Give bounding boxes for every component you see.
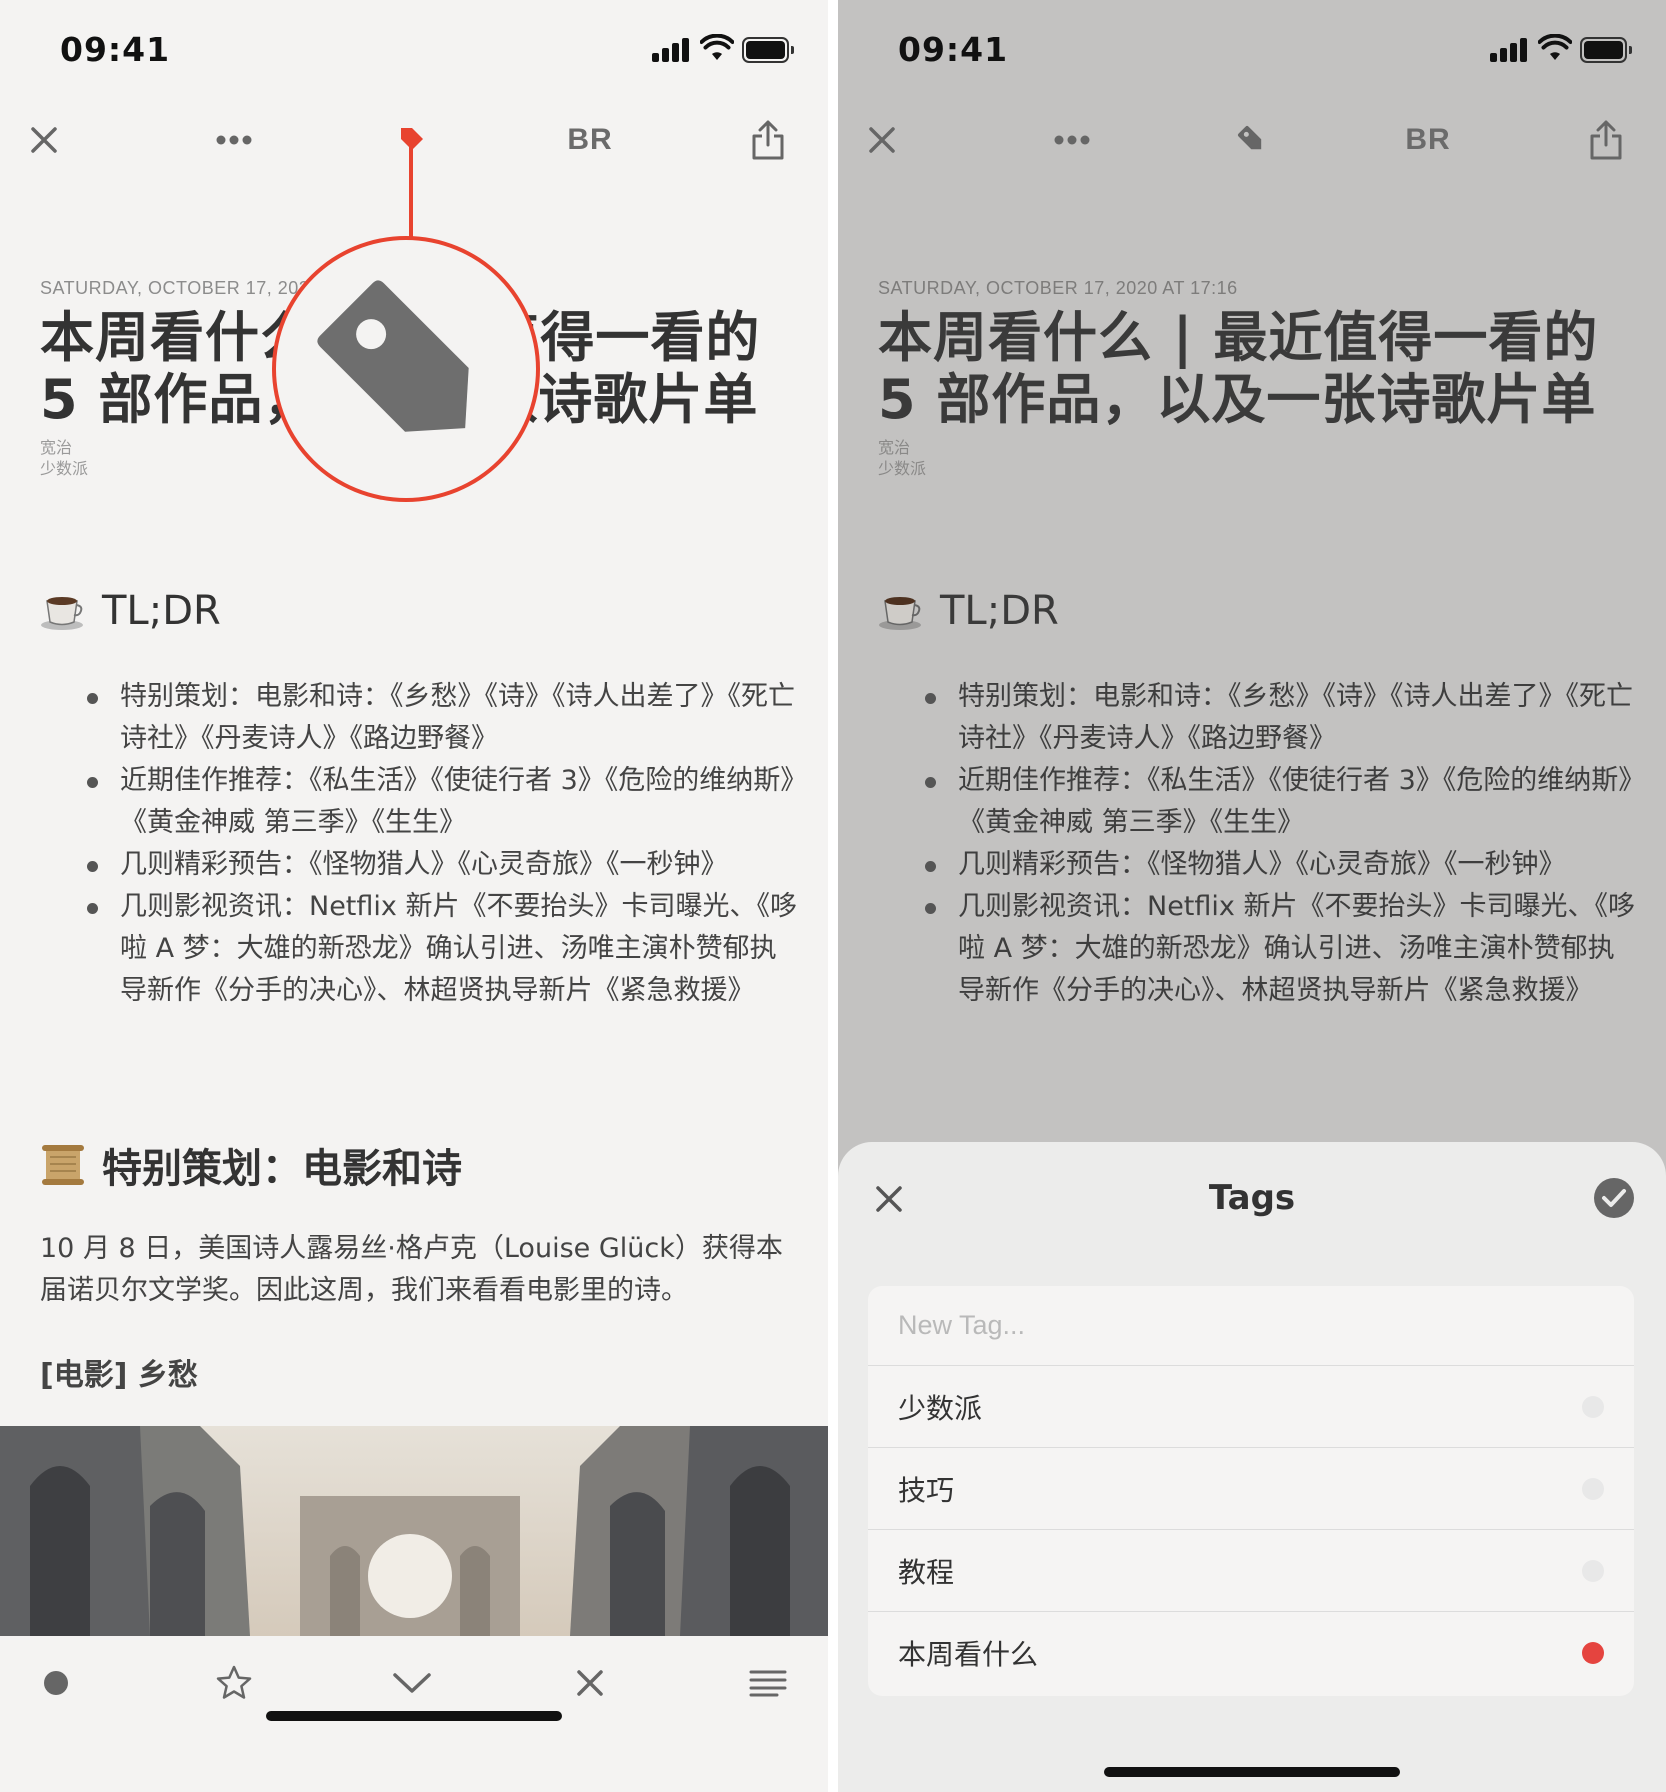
status-bar: 09:41 (838, 0, 1666, 100)
tag-row-jiaocheng[interactable]: 教程 (868, 1530, 1634, 1612)
chevron-down-icon (393, 1673, 431, 1693)
status-time: 09:41 (898, 30, 1009, 69)
list-item: 近期佳作推荐：《私生活》《使徒行者 3》《危险的维纳斯》《黄金神威 第三季》《生… (87, 760, 800, 844)
new-tag-input[interactable] (898, 1310, 1498, 1341)
tldr-heading-text: TL;DR (102, 588, 221, 634)
tag-row-shaoshupai[interactable]: 少数派 (868, 1366, 1634, 1448)
reader-screen-left: 09:41 BR SATURDAY, OCTOBER 17, 2020 AT 1… (0, 0, 828, 1792)
unread-dot-icon (44, 1671, 68, 1695)
article-paragraph: 10 月 8 日，美国诗人露易丝·格卢克（Louise Glück）获得本届诺贝… (40, 1233, 783, 1306)
article-image (0, 1426, 828, 1636)
tag-icon (317, 280, 469, 432)
home-indicator (1104, 1767, 1400, 1777)
tag-row-benzhoukanshenme[interactable]: 本周看什么 (868, 1612, 1634, 1694)
tldr-list: 特别策划：电影和诗：《乡愁》《诗》《诗人出差了》《死亡诗社》《丹麦诗人》《路边野… (925, 676, 1638, 1012)
wifi-icon (1538, 34, 1572, 60)
tag-unselected-dot-icon (1582, 1395, 1604, 1418)
share-button[interactable] (738, 110, 798, 170)
cellular-signal-icon (1490, 38, 1530, 62)
more-button[interactable] (1042, 110, 1102, 170)
list-item: 几则精彩预告：《怪物猎人》《心灵奇旅》《一秒钟》 (925, 844, 1638, 886)
cellular-signal-icon (652, 38, 692, 62)
tldr-heading: TL;DR (40, 588, 221, 634)
bionic-reading-button[interactable]: BR (550, 110, 630, 170)
more-button[interactable] (204, 110, 264, 170)
tldr-list: 特别策划：电影和诗：《乡愁》《诗》《诗人出差了》《死亡诗社》《丹麦诗人》《路边野… (87, 676, 800, 1012)
close-button[interactable] (852, 110, 912, 170)
tldr-heading-text: TL;DR (940, 588, 1059, 634)
new-tag-row (868, 1286, 1634, 1366)
list-item: 几则影视资讯：Netflix 新片《不要抬头》卡司曝光、《哆啦 A 梦：大雄的新… (925, 886, 1638, 1012)
more-icon (1054, 135, 1090, 145)
section-heading-text: 特别策划：电影和诗 (102, 1146, 462, 1192)
tag-list: 少数派 技巧 教程 本周看什么 (868, 1286, 1634, 1696)
article-title-line2: 5 部作品，以及一张诗歌片单 (878, 368, 1597, 431)
battery-icon (1580, 37, 1632, 63)
tag-unselected-dot-icon (1582, 1477, 1604, 1500)
list-item: 近期佳作推荐：《私生活》《使徒行者 3》《危险的维纳斯》《黄金神威 第三季》《生… (925, 760, 1638, 844)
tag-unselected-dot-icon (1582, 1559, 1604, 1582)
tag-label: 本周看什么 (898, 1638, 1039, 1671)
close-icon (31, 127, 57, 153)
film-subheading: [电影] 乡愁 (40, 1358, 198, 1393)
article-title-line1: 本周看什么 | 最近值得一看的 (878, 306, 1599, 369)
br-label: BR (567, 123, 613, 156)
tag-icon (1237, 125, 1262, 150)
battery-icon (742, 37, 794, 63)
source-name: 少数派 (878, 459, 927, 478)
coffee-icon (41, 597, 83, 630)
list-item: 几则影视资讯：Netflix 新片《不要抬头》卡司曝光、《哆啦 A 梦：大雄的新… (87, 886, 800, 1012)
tldr-heading: TL;DR (878, 588, 1059, 634)
scroll-icon (42, 1145, 84, 1185)
dismiss-button[interactable] (560, 1658, 620, 1708)
close-button[interactable] (14, 110, 74, 170)
tag-selected-dot-icon (1582, 1642, 1604, 1664)
checkmark-icon[interactable] (1592, 1176, 1636, 1220)
author-name: 宽治 (878, 438, 911, 457)
article-author: 宽治 少数派 (878, 437, 1628, 479)
wifi-icon (700, 34, 734, 60)
reader-toolbar: BR (838, 100, 1666, 180)
text-format-button[interactable] (738, 1658, 798, 1708)
tag-icon-magnifier (272, 236, 540, 502)
home-indicator (266, 1711, 562, 1721)
article-header: SATURDAY, OCTOBER 17, 2020 AT 17:16 本周看什… (878, 278, 1628, 479)
list-item: 特别策划：电影和诗：《乡愁》《诗》《诗人出差了》《死亡诗社》《丹麦诗人》《路边野… (925, 676, 1638, 760)
panel-divider (828, 0, 838, 1792)
status-bar: 09:41 (0, 0, 828, 100)
star-button[interactable] (204, 1658, 264, 1708)
tags-sheet: Tags 少数派 技巧 教程 本周看什么 (838, 1142, 1666, 1792)
list-item: 几则精彩预告：《怪物猎人》《心灵奇旅》《一秒钟》 (87, 844, 800, 886)
list-item: 特别策划：电影和诗：《乡愁》《诗》《诗人出差了》《死亡诗社》《丹麦诗人》《路边野… (87, 676, 800, 760)
bottom-toolbar (0, 1636, 828, 1736)
share-icon (1590, 120, 1622, 160)
tag-label: 教程 (898, 1555, 955, 1589)
reader-screen-right: 09:41 BR SATURDAY, OCTOBER 17, 2020 AT 1… (838, 0, 1666, 1792)
list-icon (749, 1670, 787, 1697)
close-icon (869, 127, 895, 153)
tag-label: 技巧 (898, 1473, 955, 1507)
callout-line (409, 138, 413, 240)
bionic-reading-button[interactable]: BR (1388, 110, 1468, 170)
status-time: 09:41 (60, 30, 171, 69)
tag-label: 少数派 (898, 1391, 983, 1425)
share-icon (752, 120, 784, 160)
next-article-button[interactable] (382, 1658, 442, 1708)
more-icon (216, 135, 252, 145)
tag-row-jiqiao[interactable]: 技巧 (868, 1448, 1634, 1530)
coffee-icon (879, 597, 921, 630)
share-button[interactable] (1576, 110, 1636, 170)
section-heading: 特别策划：电影和诗 (40, 1136, 462, 1194)
abbey-ruins-image (0, 1426, 828, 1636)
star-icon (216, 1665, 252, 1699)
br-label: BR (1405, 123, 1451, 156)
article-title: 本周看什么 | 最近值得一看的 5 部作品，以及一张诗歌片单 (878, 307, 1628, 431)
close-icon (577, 1670, 603, 1696)
article-date: SATURDAY, OCTOBER 17, 2020 AT 17:16 (878, 278, 1238, 298)
mark-unread-button[interactable] (26, 1658, 86, 1708)
tags-sheet-title: Tags (1208, 1178, 1296, 1218)
tag-button[interactable] (1222, 110, 1282, 170)
